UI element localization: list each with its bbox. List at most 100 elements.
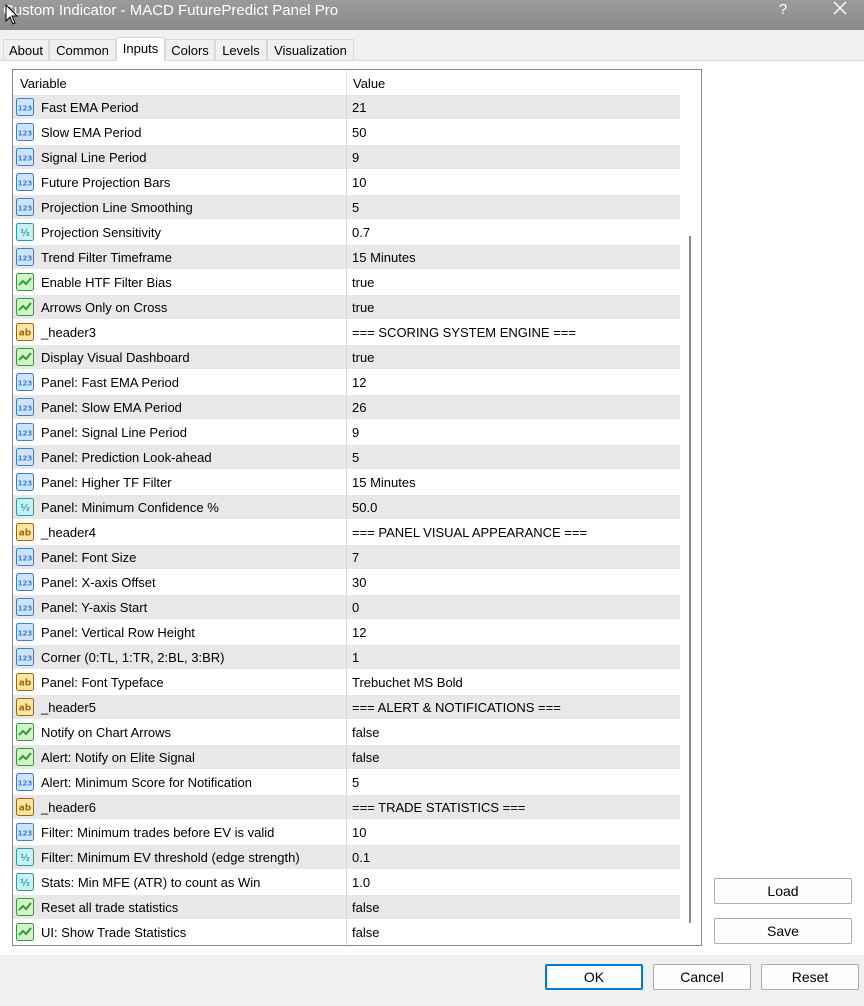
double-icon: ½ xyxy=(16,848,34,866)
table-row[interactable]: ab _header4 === PANEL VISUAL APPEARANCE ==… xyxy=(13,520,680,545)
variable-value[interactable]: true xyxy=(352,275,374,290)
variable-value[interactable]: 5 xyxy=(352,775,359,790)
cancel-button[interactable]: Cancel xyxy=(653,964,751,990)
table-row[interactable]: Notify on Chart Arrows false xyxy=(13,720,680,745)
cell-divider xyxy=(346,595,347,620)
reset-button[interactable]: Reset xyxy=(761,964,859,990)
variable-value[interactable]: 1.0 xyxy=(352,875,370,890)
help-button[interactable]: ? xyxy=(776,1,790,19)
load-button[interactable]: Load xyxy=(714,878,852,904)
integer-icon: 123 xyxy=(16,548,34,566)
variable-value[interactable]: 9 xyxy=(352,150,359,165)
tab-common[interactable]: Common xyxy=(49,39,116,60)
ok-button[interactable]: OK xyxy=(545,964,643,990)
variable-value[interactable]: === ALERT & NOTIFICATIONS === xyxy=(352,700,561,715)
vertical-scrollbar[interactable] xyxy=(680,70,701,945)
variable-value[interactable]: 15 Minutes xyxy=(352,475,416,490)
column-header-value[interactable]: Value xyxy=(353,76,385,91)
table-row[interactable]: 123 Signal Line Period 9 xyxy=(13,145,680,170)
table-row[interactable]: 123 Panel: X-axis Offset 30 xyxy=(13,570,680,595)
table-row[interactable]: 123 Filter: Minimum trades before EV is v… xyxy=(13,820,680,845)
close-button[interactable] xyxy=(828,0,852,20)
table-row[interactable]: UI: Show Trade Statistics false xyxy=(13,920,680,945)
variable-name: Stats: Min MFE (ATR) to count as Win xyxy=(41,875,261,890)
variable-value[interactable]: false xyxy=(352,725,379,740)
table-row[interactable]: ab _header6 === TRADE STATISTICS === xyxy=(13,795,680,820)
variable-value[interactable]: 5 xyxy=(352,450,359,465)
variable-name: Alert: Minimum Score for Notification xyxy=(41,775,252,790)
variable-value[interactable]: false xyxy=(352,750,379,765)
integer-icon: 123 xyxy=(16,623,34,641)
scrollbar-thumb[interactable] xyxy=(689,236,691,923)
variable-value[interactable]: 12 xyxy=(352,375,366,390)
table-row[interactable]: ½ Projection Sensitivity 0.7 xyxy=(13,220,680,245)
table-row[interactable]: 123 Panel: Slow EMA Period 26 xyxy=(13,395,680,420)
variable-value[interactable]: 21 xyxy=(352,100,366,115)
variable-value[interactable]: 50 xyxy=(352,125,366,140)
variable-value[interactable]: === SCORING SYSTEM ENGINE === xyxy=(352,325,576,340)
table-row[interactable]: ab Panel: Font Typeface Trebuchet MS Bold xyxy=(13,670,680,695)
variable-value[interactable]: Trebuchet MS Bold xyxy=(352,675,463,690)
svg-text:123: 123 xyxy=(18,430,33,438)
table-row[interactable]: 123 Fast EMA Period 21 xyxy=(13,95,680,120)
save-button[interactable]: Save xyxy=(714,918,852,944)
table-row[interactable]: ab _header5 === ALERT & NOTIFICATIONS === xyxy=(13,695,680,720)
boolean-icon xyxy=(16,723,34,741)
tab-colors[interactable]: Colors xyxy=(165,39,215,60)
table-row[interactable]: 123 Panel: Font Size 7 xyxy=(13,545,680,570)
tab-about[interactable]: About xyxy=(3,39,49,60)
variable-value[interactable]: 5 xyxy=(352,200,359,215)
variable-value[interactable]: 9 xyxy=(352,425,359,440)
cell-divider xyxy=(346,820,347,845)
table-row[interactable]: Reset all trade statistics false xyxy=(13,895,680,920)
variable-value[interactable]: false xyxy=(352,900,379,915)
table-row[interactable]: 123 Panel: Vertical Row Height 12 xyxy=(13,620,680,645)
variable-value[interactable]: 12 xyxy=(352,625,366,640)
variable-value[interactable]: 26 xyxy=(352,400,366,415)
tab-inputs[interactable]: Inputs xyxy=(116,37,165,61)
variable-value[interactable]: === PANEL VISUAL APPEARANCE === xyxy=(352,525,587,540)
table-row[interactable]: ½ Stats: Min MFE (ATR) to count as Win 1.0 xyxy=(13,870,680,895)
double-icon: ½ xyxy=(16,873,34,891)
table-row[interactable]: Display Visual Dashboard true xyxy=(13,345,680,370)
table-row[interactable]: ab _header3 === SCORING SYSTEM ENGINE === xyxy=(13,320,680,345)
variable-value[interactable]: 0.7 xyxy=(352,225,370,240)
variable-value[interactable]: 30 xyxy=(352,575,366,590)
table-row[interactable]: 123 Panel: Higher TF Filter 15 Minutes xyxy=(13,470,680,495)
variable-value[interactable]: false xyxy=(352,925,379,940)
variable-value[interactable]: 7 xyxy=(352,550,359,565)
table-row[interactable]: 123 Corner (0:TL, 1:TR, 2:BL, 3:BR) 1 xyxy=(13,645,680,670)
variable-value[interactable]: 1 xyxy=(352,650,359,665)
table-row[interactable]: Alert: Notify on Elite Signal false xyxy=(13,745,680,770)
tab-levels[interactable]: Levels xyxy=(215,39,267,60)
variable-value[interactable]: === TRADE STATISTICS === xyxy=(352,800,525,815)
column-header-variable[interactable]: Variable xyxy=(20,76,67,91)
variable-value[interactable]: 15 Minutes xyxy=(352,250,416,265)
svg-text:123: 123 xyxy=(18,605,33,613)
table-row[interactable]: 123 Panel: Signal Line Period 9 xyxy=(13,420,680,445)
table-row[interactable]: 123 Panel: Y-axis Start 0 xyxy=(13,595,680,620)
table-row[interactable]: 123 Slow EMA Period 50 xyxy=(13,120,680,145)
table-row[interactable]: ½ Panel: Minimum Confidence % 50.0 xyxy=(13,495,680,520)
table-row[interactable]: 123 Projection Line Smoothing 5 xyxy=(13,195,680,220)
table-row[interactable]: 123 Panel: Prediction Look-ahead 5 xyxy=(13,445,680,470)
table-row[interactable]: Enable HTF Filter Bias true xyxy=(13,270,680,295)
variable-value[interactable]: 10 xyxy=(352,825,366,840)
table-row[interactable]: 123 Panel: Fast EMA Period 12 xyxy=(13,370,680,395)
tab-bar: About Common Inputs Colors Levels Visual… xyxy=(0,37,864,61)
variable-value[interactable]: 10 xyxy=(352,175,366,190)
table-row[interactable]: 123 Future Projection Bars 10 xyxy=(13,170,680,195)
cell-divider xyxy=(346,720,347,745)
table-row[interactable]: 123 Trend Filter Timeframe 15 Minutes xyxy=(13,245,680,270)
variable-name: UI: Show Trade Statistics xyxy=(41,925,187,940)
variable-value[interactable]: true xyxy=(352,300,374,315)
column-divider[interactable] xyxy=(346,70,347,95)
variable-value[interactable]: 0.1 xyxy=(352,850,370,865)
table-row[interactable]: 123 Alert: Minimum Score for Notification… xyxy=(13,770,680,795)
table-row[interactable]: Arrows Only on Cross true xyxy=(13,295,680,320)
variable-value[interactable]: true xyxy=(352,350,374,365)
table-row[interactable]: ½ Filter: Minimum EV threshold (edge stre… xyxy=(13,845,680,870)
variable-value[interactable]: 0 xyxy=(352,600,359,615)
tab-visualization[interactable]: Visualization xyxy=(267,39,354,60)
variable-value[interactable]: 50.0 xyxy=(352,500,377,515)
